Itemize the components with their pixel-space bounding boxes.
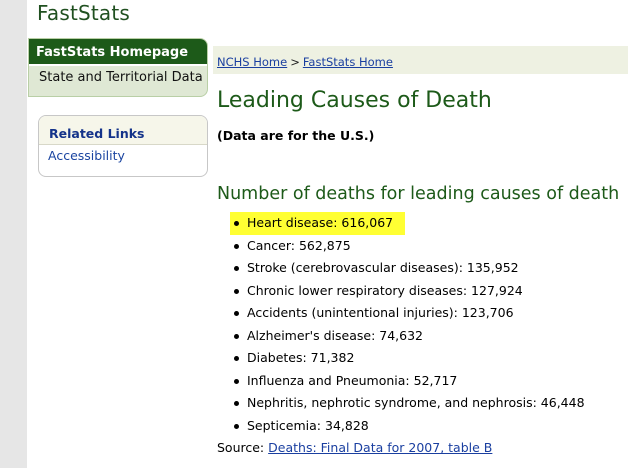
breadcrumb-separator: > bbox=[290, 55, 300, 69]
data-scope-note: (Data are for the U.S.) bbox=[217, 128, 375, 143]
left-gutter bbox=[0, 0, 27, 468]
cause-item: Stroke (cerebrovascular diseases): 135,9… bbox=[230, 257, 585, 280]
cause-item: Septicemia: 34,828 bbox=[230, 415, 585, 438]
cause-item: Nephritis, nephrotic syndrome, and nephr… bbox=[230, 392, 585, 415]
cause-item-highlighted: Heart disease: 616,067 bbox=[230, 212, 405, 235]
causes-list: Heart disease: 616,067 Cancer: 562,875 S… bbox=[230, 212, 585, 437]
cause-item: Chronic lower respiratory diseases: 127,… bbox=[230, 280, 585, 303]
cause-item: Diabetes: 71,382 bbox=[230, 347, 585, 370]
nav-item-state-territorial-data[interactable]: State and Territorial Data bbox=[29, 66, 207, 94]
cause-item: Accidents (unintentional injuries): 123,… bbox=[230, 302, 585, 325]
related-links-box: Related Links Accessibility bbox=[38, 115, 208, 177]
related-links-heading: Related Links bbox=[39, 116, 207, 145]
source-line: Source: Deaths: Final Data for 2007, tab… bbox=[217, 440, 492, 455]
section-heading: Number of deaths for leading causes of d… bbox=[217, 184, 620, 204]
breadcrumb-faststats-home[interactable]: FastStats Home bbox=[303, 55, 393, 69]
nav-item-faststats-homepage[interactable]: FastStats Homepage bbox=[29, 39, 207, 66]
cause-item: Cancer: 562,875 bbox=[230, 235, 585, 258]
page-title: Leading Causes of Death bbox=[217, 88, 492, 113]
site-title: FastStats bbox=[37, 1, 131, 25]
breadcrumb: NCHS Home > FastStats Home bbox=[209, 46, 628, 74]
accessibility-link[interactable]: Accessibility bbox=[39, 145, 207, 167]
breadcrumb-nchs-home[interactable]: NCHS Home bbox=[217, 55, 287, 69]
left-navigation: FastStats Homepage State and Territorial… bbox=[28, 38, 208, 97]
cause-item: Influenza and Pneumonia: 52,717 bbox=[230, 370, 585, 393]
source-link[interactable]: Deaths: Final Data for 2007, table B bbox=[268, 440, 492, 455]
cause-item: Alzheimer's disease: 74,632 bbox=[230, 325, 585, 348]
source-label: Source: bbox=[217, 440, 265, 455]
